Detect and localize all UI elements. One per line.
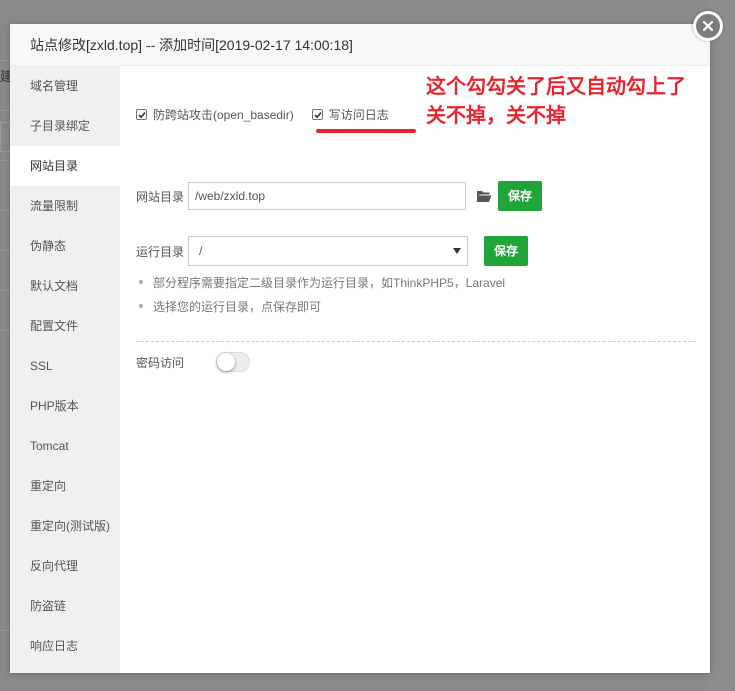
sidebar-item-hotlink-protection[interactable]: 防盗链 [10, 586, 120, 626]
annotation-underline [316, 129, 416, 133]
dialog-content: 防跨站攻击(open_basedir) 写访问日志 网站目录 /web/zxld… [120, 66, 710, 673]
bullet-icon [139, 280, 143, 284]
tip-text: 选择您的运行目录，点保存即可 [153, 299, 322, 314]
site-dir-save-button[interactable]: 保存 [498, 181, 543, 211]
password-access-toggle[interactable] [216, 352, 251, 372]
run-dir-label: 运行目录 [136, 244, 185, 259]
tip-text: 部分程序需要指定二级目录作为运行目录，如ThinkPHP5，Laravel [153, 275, 506, 290]
run-dir-row: 运行目录 / 保存 [136, 236, 529, 266]
access-log-label: 写访问日志 [328, 108, 389, 122]
sidebar-item-tomcat[interactable]: Tomcat [10, 426, 120, 466]
run-dir-selected-value: / [199, 244, 203, 258]
dialog-title: 站点修改[zxld.top] -- 添加时间[2019-02-17 14:00:… [10, 24, 710, 66]
bullet-icon [139, 304, 143, 308]
checkbox-checked-icon[interactable] [311, 109, 323, 120]
caret-down-icon [453, 248, 461, 254]
sidebar-item-reverse-proxy[interactable]: 反向代理 [10, 546, 120, 586]
close-button[interactable] [693, 11, 723, 41]
sidebar-item-ssl[interactable]: SSL [10, 346, 120, 386]
access-log-checkbox[interactable]: 写访问日志 [311, 106, 389, 123]
sidebar-item-site-dir[interactable]: 网站目录 [10, 146, 120, 186]
annotation-line-2: 关不掉，关不掉 [426, 103, 566, 127]
password-access-label: 密码访问 [136, 355, 185, 370]
tips-list: 部分程序需要指定二级目录作为运行目录，如ThinkPHP5，Laravel 选择… [136, 270, 704, 318]
toggle-knob [217, 353, 236, 371]
dashed-divider [136, 341, 696, 342]
sidebar-item-traffic-limit[interactable]: 流量限制 [10, 186, 120, 226]
sidebar-item-default-doc[interactable]: 默认文档 [10, 266, 120, 306]
sidebar-item-subdir-binding[interactable]: 子目录绑定 [10, 106, 120, 146]
site-dir-row: 网站目录 /web/zxld.top 保存 [136, 181, 543, 211]
sidebar-item-php-version[interactable]: PHP版本 [10, 386, 120, 426]
sidebar-item-redirect[interactable]: 重定向 [10, 466, 120, 506]
open-basedir-label: 防跨站攻击(open_basedir) [153, 108, 294, 122]
open-basedir-checkbox[interactable]: 防跨站攻击(open_basedir) [136, 106, 294, 123]
password-access-row: 密码访问 [136, 352, 251, 372]
list-item: 部分程序需要指定二级目录作为运行目录，如ThinkPHP5，Laravel [136, 270, 704, 294]
sidebar-item-config-file[interactable]: 配置文件 [10, 306, 120, 346]
sidebar-item-domain[interactable]: 域名管理 [10, 66, 120, 106]
bg-right-panel [710, 0, 735, 691]
dialog-sidebar: 域名管理 子目录绑定 网站目录 流量限制 伪静态 默认文档 配置文件 SSL P… [10, 66, 120, 673]
site-dir-label: 网站目录 [136, 189, 185, 204]
run-dir-save-button[interactable]: 保存 [484, 236, 529, 266]
folder-open-icon[interactable] [476, 189, 492, 203]
run-dir-select[interactable]: / [188, 236, 468, 266]
sidebar-item-rewrite[interactable]: 伪静态 [10, 226, 120, 266]
checkbox-row: 防跨站攻击(open_basedir) 写访问日志 [136, 106, 407, 123]
annotation-text: 这个勾勾关了后又自动勾上了 关不掉，关不掉 [426, 72, 686, 130]
close-icon[interactable] [696, 14, 720, 38]
list-item: 选择您的运行目录，点保存即可 [136, 294, 704, 318]
sidebar-item-redirect-beta[interactable]: 重定向(测试版) [10, 506, 120, 546]
site-dir-input[interactable]: /web/zxld.top [188, 182, 466, 210]
annotation-line-1: 这个勾勾关了后又自动勾上了 [426, 74, 686, 98]
checkbox-checked-icon[interactable] [136, 109, 147, 120]
sidebar-item-response-log[interactable]: 响应日志 [10, 626, 120, 666]
